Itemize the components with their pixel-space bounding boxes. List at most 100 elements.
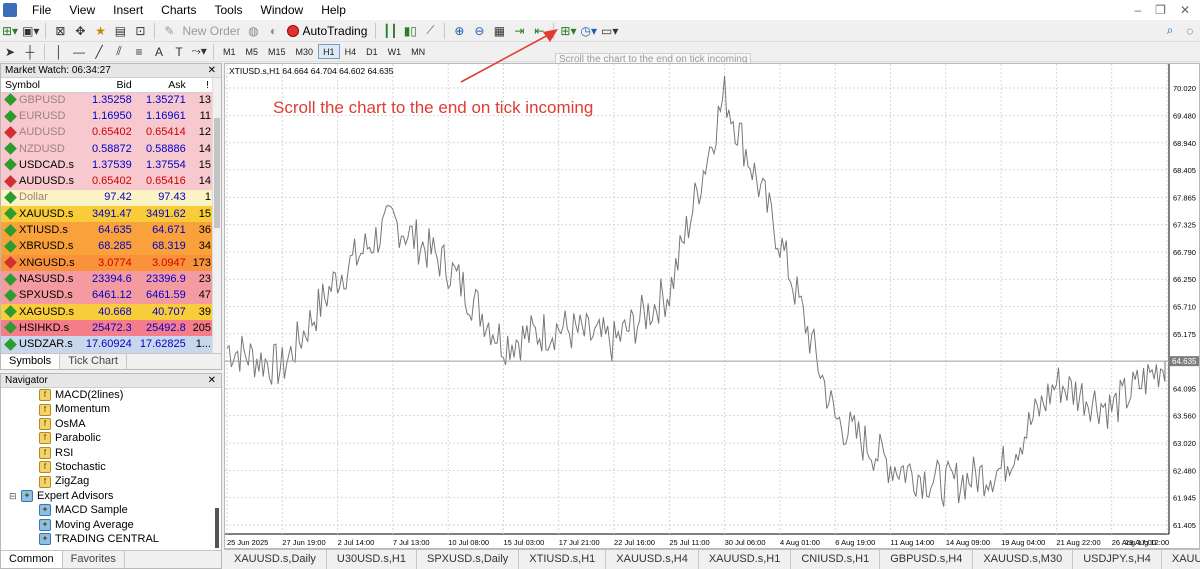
- market-watch-row[interactable]: SPXUSD.s 6461.12 6461.59 47: [1, 287, 213, 304]
- timeframe-d1[interactable]: D1: [361, 44, 383, 59]
- candlestick-icon[interactable]: ▮▯: [400, 22, 420, 40]
- timeframe-w1[interactable]: W1: [383, 44, 407, 59]
- market-watch-row[interactable]: USDZAR.s 17.60924 17.62825 1...: [1, 336, 213, 353]
- horizontal-line-icon[interactable]: —: [69, 43, 89, 61]
- vertical-line-icon[interactable]: │: [49, 43, 69, 61]
- market-watch-row[interactable]: XAGUSD.s 40.668 40.707 39: [1, 303, 213, 321]
- chat-icon[interactable]: ◌: [1180, 22, 1200, 40]
- new-order-icon[interactable]: ✎: [159, 22, 179, 40]
- navigator-item[interactable]: ✦ Moving Average: [1, 518, 221, 532]
- market-watch-scrollbar[interactable]: [212, 78, 221, 353]
- navigator-item[interactable]: f Parabolic: [1, 431, 221, 445]
- timeframe-m30[interactable]: M30: [291, 44, 319, 59]
- market-watch-row[interactable]: XTIUSD.s 64.635 64.671 36: [1, 222, 213, 239]
- market-watch-row[interactable]: AUDUSD.s 0.65402 0.65416 14: [1, 173, 213, 190]
- price-chart-svg[interactable]: 70.020 69.480 68.940 68.405 67.865 67.325 66.7…: [225, 64, 1199, 548]
- crosshair-icon[interactable]: ┼: [20, 43, 40, 61]
- collapse-icon[interactable]: ⊟: [9, 489, 18, 503]
- menu-tools[interactable]: Tools: [206, 0, 252, 20]
- strategy-tester-icon[interactable]: ⊡: [130, 22, 150, 40]
- navigator-scrollbar[interactable]: [215, 508, 219, 548]
- market-watch-row[interactable]: XAUUSD.s 3491.47 3491.62 15: [1, 206, 213, 223]
- search-icon[interactable]: ⌕: [1160, 22, 1180, 40]
- market-watch-row[interactable]: AUDUSD 0.65402 0.65414 12: [1, 124, 213, 141]
- new-chart-icon[interactable]: ⊞▾: [0, 22, 20, 40]
- chart-tab[interactable]: XAUUSD.s,Daily: [224, 550, 327, 569]
- market-watch-row[interactable]: GBPUSD 1.35258 1.35271 13: [1, 92, 213, 109]
- chart-tab[interactable]: XAUUSD.s,H1: [1162, 550, 1200, 569]
- close-icon[interactable]: ✕: [1180, 3, 1190, 17]
- column-bid[interactable]: Bid: [81, 78, 136, 93]
- tab-symbols[interactable]: Symbols: [1, 354, 61, 369]
- price-chart[interactable]: 70.020 69.480 68.940 68.405 67.865 67.325 66.7…: [224, 63, 1200, 549]
- profiles-icon[interactable]: ▣▾: [20, 22, 41, 40]
- autotrading-button[interactable]: AutoTrading: [283, 24, 371, 38]
- tab-favorites[interactable]: Favorites: [63, 551, 125, 568]
- timeframe-mn[interactable]: MN: [406, 44, 430, 59]
- close-icon[interactable]: ✕: [208, 374, 216, 388]
- chart-tab[interactable]: CNIUSD.s,H1: [791, 550, 881, 569]
- navigator-item[interactable]: f Momentum: [1, 402, 221, 416]
- market-watch-row[interactable]: XBRUSD.s 68.285 68.319 34: [1, 238, 213, 255]
- fibonacci-icon[interactable]: ≡: [129, 43, 149, 61]
- signals-icon[interactable]: ◍: [243, 22, 263, 40]
- arrows-icon[interactable]: ⤳▾: [189, 43, 209, 61]
- terminal-icon[interactable]: ▤: [110, 22, 130, 40]
- navigator-item[interactable]: f OsMA: [1, 417, 221, 431]
- bar-chart-icon[interactable]: ┃┃: [380, 22, 400, 40]
- data-window-icon[interactable]: ✥: [70, 22, 90, 40]
- navigator-item[interactable]: f Stochastic: [1, 460, 221, 474]
- menu-file[interactable]: File: [23, 0, 60, 20]
- chart-tab[interactable]: XAUUSD.s,M30: [973, 550, 1074, 569]
- new-order-button[interactable]: New Order: [179, 24, 243, 38]
- timeframe-m5[interactable]: M5: [241, 44, 264, 59]
- navigator-item[interactable]: ✦ TRADING CENTRAL: [1, 532, 221, 546]
- timeframe-h1[interactable]: H1: [318, 44, 340, 59]
- menu-help[interactable]: Help: [312, 0, 355, 20]
- market-watch-row[interactable]: NZDUSD 0.58872 0.58886 14: [1, 140, 213, 158]
- timeframe-m15[interactable]: M15: [263, 44, 291, 59]
- minimize-icon[interactable]: –: [1134, 3, 1141, 17]
- market-watch-row[interactable]: EURUSD 1.16950 1.16961 11: [1, 108, 213, 125]
- trendline-icon[interactable]: ╱: [89, 43, 109, 61]
- column-ask[interactable]: Ask: [135, 78, 190, 93]
- periods-icon[interactable]: ◷▾: [578, 22, 599, 40]
- navigator-item[interactable]: f RSI: [1, 446, 221, 460]
- navigator-item[interactable]: ⊟ ✦ Expert Advisors: [1, 489, 221, 503]
- menu-insert[interactable]: Insert: [104, 0, 152, 20]
- navigator-item[interactable]: f ZigZag: [1, 474, 221, 488]
- restore-icon[interactable]: ❐: [1155, 3, 1166, 17]
- menu-window[interactable]: Window: [252, 0, 313, 20]
- chart-tab[interactable]: USDJPY.s,H4: [1073, 550, 1162, 569]
- market-watch-row[interactable]: Dollar 97.42 97.43 1: [1, 189, 213, 207]
- chart-tab[interactable]: XAUUSD.s,H1: [699, 550, 792, 569]
- market-watch-row[interactable]: XNGUSD.s 3.0774 3.0947 173: [1, 254, 213, 272]
- chart-tab[interactable]: U30USD.s,H1: [327, 550, 417, 569]
- templates-icon[interactable]: ▭▾: [599, 22, 620, 40]
- line-chart-icon[interactable]: ⟋: [420, 22, 440, 40]
- market-icon[interactable]: ◐: [263, 22, 283, 40]
- chart-tab[interactable]: XTIUSD.s,H1: [519, 550, 607, 569]
- navigator-icon[interactable]: ★: [90, 22, 110, 40]
- market-watch-icon[interactable]: ⊠: [50, 22, 70, 40]
- text-icon[interactable]: A: [149, 43, 169, 61]
- market-watch-row[interactable]: USDCAD.s 1.37539 1.37554 15: [1, 157, 213, 174]
- cursor-icon[interactable]: ➤: [0, 43, 20, 61]
- chart-tab[interactable]: GBPUSD.s,H4: [880, 550, 974, 569]
- market-watch-row[interactable]: NASUSD.s 23394.6 23396.9 23: [1, 271, 213, 288]
- close-icon[interactable]: ✕: [208, 64, 216, 78]
- tab-tick-chart[interactable]: Tick Chart: [60, 354, 127, 369]
- tab-common[interactable]: Common: [1, 551, 63, 568]
- menu-charts[interactable]: Charts: [152, 0, 205, 20]
- timeframe-h4[interactable]: H4: [340, 44, 362, 59]
- chart-tab[interactable]: SPXUSD.s,Daily: [417, 550, 520, 569]
- market-watch-row[interactable]: HSIHKD.s 25472.3 25492.8 205: [1, 320, 213, 337]
- column-symbol[interactable]: Symbol: [1, 78, 82, 93]
- menu-view[interactable]: View: [60, 0, 104, 20]
- column-spread[interactable]: !: [189, 78, 213, 93]
- timeframe-m1[interactable]: M1: [218, 44, 241, 59]
- text-label-icon[interactable]: T: [169, 43, 189, 61]
- chart-tab[interactable]: XAUUSD.s,H4: [606, 550, 699, 569]
- navigator-item[interactable]: f MACD(2lines): [1, 388, 221, 402]
- channel-icon[interactable]: ⫽: [109, 43, 129, 61]
